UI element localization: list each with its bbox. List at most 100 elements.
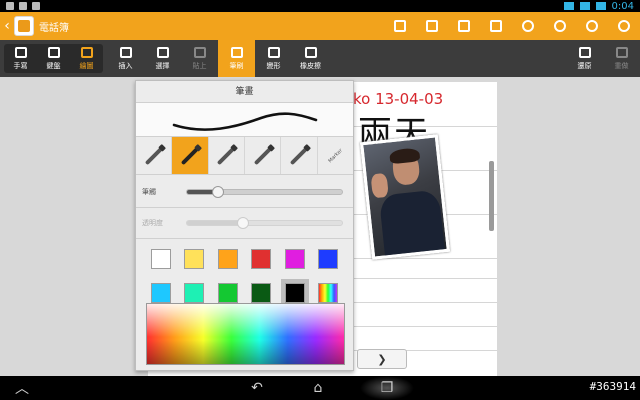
input-mode-group: 手寫 鍵盤 繪圖	[4, 44, 103, 73]
page-scrollbar[interactable]	[489, 161, 494, 231]
back-chevron-icon[interactable]: ‹	[0, 18, 14, 34]
system-status: 0:04	[563, 0, 634, 12]
next-page-button[interactable]: ❯	[357, 349, 407, 369]
paint-brush-option[interactable]	[209, 137, 245, 174]
color-swatch[interactable]	[217, 283, 238, 303]
export-button[interactable]	[448, 12, 480, 40]
signal-icon	[563, 2, 574, 10]
system-navigation-bar: ︿ ↶ ⌂ ❐	[0, 376, 640, 400]
pencil-icon	[289, 146, 309, 165]
brush-button[interactable]: 筆刷	[218, 40, 255, 77]
transform-icon	[267, 46, 280, 58]
draw-mode-button[interactable]: 繪圖	[70, 44, 103, 73]
photo-notification-icon	[19, 2, 27, 10]
opacity-row: 透明度	[136, 212, 353, 234]
opacity-thumb[interactable]	[236, 217, 249, 229]
eraser-icon	[304, 46, 317, 58]
color-swatch[interactable]	[251, 283, 272, 303]
save-button[interactable]	[384, 12, 416, 40]
paste-button[interactable]: 貼上	[181, 40, 218, 77]
clock: 0:04	[611, 0, 634, 12]
color-swatch[interactable]	[184, 249, 205, 269]
marker-label: Marker	[327, 147, 344, 164]
photo-hand	[370, 172, 389, 199]
pen-brush-option[interactable]	[136, 137, 173, 174]
color-swatch[interactable]	[251, 249, 272, 269]
paste-icon	[193, 46, 206, 58]
export-icon	[458, 20, 470, 32]
brush-type-selector: Marker	[136, 137, 353, 175]
select-button[interactable]: 選擇	[144, 40, 181, 77]
action-bar: ‹ 電話簿	[0, 12, 640, 40]
calendar-icon	[490, 20, 502, 32]
stroke-preview	[136, 103, 353, 137]
color-swatch[interactable]	[284, 249, 305, 269]
facebook-notification-icon	[32, 2, 40, 10]
history-group: 還原 重做	[566, 40, 640, 77]
transform-button[interactable]: 變形	[255, 40, 292, 77]
handwrite-mode-button[interactable]: 手寫	[4, 44, 37, 73]
color-swatch-grid	[136, 243, 353, 307]
calligraphy-pen-icon	[180, 146, 200, 165]
color-swatch[interactable]	[217, 249, 238, 269]
notebook-title[interactable]: 電話簿	[39, 19, 384, 34]
opacity-slider[interactable]	[186, 217, 343, 229]
brush-settings-popup: 筆畫 Marker 筆觸 透明度	[135, 80, 354, 371]
share-button[interactable]	[576, 12, 608, 40]
color-swatch[interactable]	[150, 249, 171, 269]
color-swatch[interactable]	[150, 283, 171, 303]
settings-button[interactable]	[608, 12, 640, 40]
pen-icon	[144, 146, 163, 165]
color-spectrum-picker[interactable]	[146, 303, 345, 365]
thickness-slider[interactable]	[186, 186, 343, 198]
keyboard-mode-button[interactable]: 鍵盤	[37, 44, 70, 73]
thickness-label: 筆觸	[142, 188, 156, 196]
new-page-button[interactable]	[416, 12, 448, 40]
recent-apps-icon[interactable]: ❐	[373, 378, 401, 398]
settings-icon	[618, 20, 630, 32]
app-icon[interactable]	[14, 16, 34, 36]
marker-option[interactable]: Marker	[318, 137, 353, 174]
calligraphy-brush-option[interactable]	[172, 137, 209, 174]
thickness-row: 筆觸	[136, 181, 353, 203]
draw-icon	[80, 46, 93, 58]
save-icon	[394, 20, 406, 32]
thickness-thumb[interactable]	[212, 186, 224, 198]
airbrush-icon	[253, 146, 272, 165]
hide-nav-chevron-icon[interactable]: ︿	[8, 378, 36, 398]
color-swatch[interactable]	[318, 249, 339, 269]
divider	[136, 207, 353, 208]
search-button[interactable]	[544, 12, 576, 40]
new-page-icon	[426, 20, 438, 32]
popup-title: 筆畫	[136, 81, 353, 103]
calendar-button[interactable]	[480, 12, 512, 40]
handwrite-icon	[14, 46, 27, 58]
divider	[136, 238, 353, 239]
back-icon[interactable]: ↶	[243, 378, 271, 398]
color-swatch[interactable]	[184, 283, 205, 303]
redo-icon	[615, 46, 628, 58]
insert-button[interactable]: 插入	[107, 40, 144, 77]
read-mode-icon	[522, 20, 534, 32]
notification-icons	[6, 2, 40, 10]
wifi-icon	[579, 2, 590, 10]
undo-button[interactable]: 還原	[566, 40, 603, 77]
status-bar: 0:04	[0, 0, 640, 12]
inserted-photo[interactable]	[360, 134, 450, 260]
eraser-button[interactable]: 橡皮擦	[292, 40, 329, 77]
pencil-option[interactable]	[281, 137, 318, 174]
paint-brush-icon	[217, 146, 236, 165]
home-icon[interactable]: ⌂	[304, 378, 332, 398]
editing-toolbar: 手寫 鍵盤 繪圖 插入 選擇 貼上 筆刷 變形 橡皮擦 還原 重做	[0, 40, 640, 77]
search-icon	[554, 20, 566, 32]
stroke-preview-curve	[172, 112, 318, 131]
color-swatch[interactable]	[280, 279, 309, 307]
redo-button[interactable]: 重做	[603, 40, 640, 77]
custom-color-swatch[interactable]	[318, 283, 339, 303]
airbrush-option[interactable]	[245, 137, 282, 174]
insert-icon	[119, 46, 132, 58]
brush-icon	[230, 46, 243, 58]
read-mode-button[interactable]	[512, 12, 544, 40]
screen: 0:04 ‹ 電話簿 手寫 鍵盤 繪圖 插入 選擇 貼上 筆刷 變形 橡皮擦 還…	[0, 0, 640, 400]
image-notification-icon	[6, 2, 14, 10]
